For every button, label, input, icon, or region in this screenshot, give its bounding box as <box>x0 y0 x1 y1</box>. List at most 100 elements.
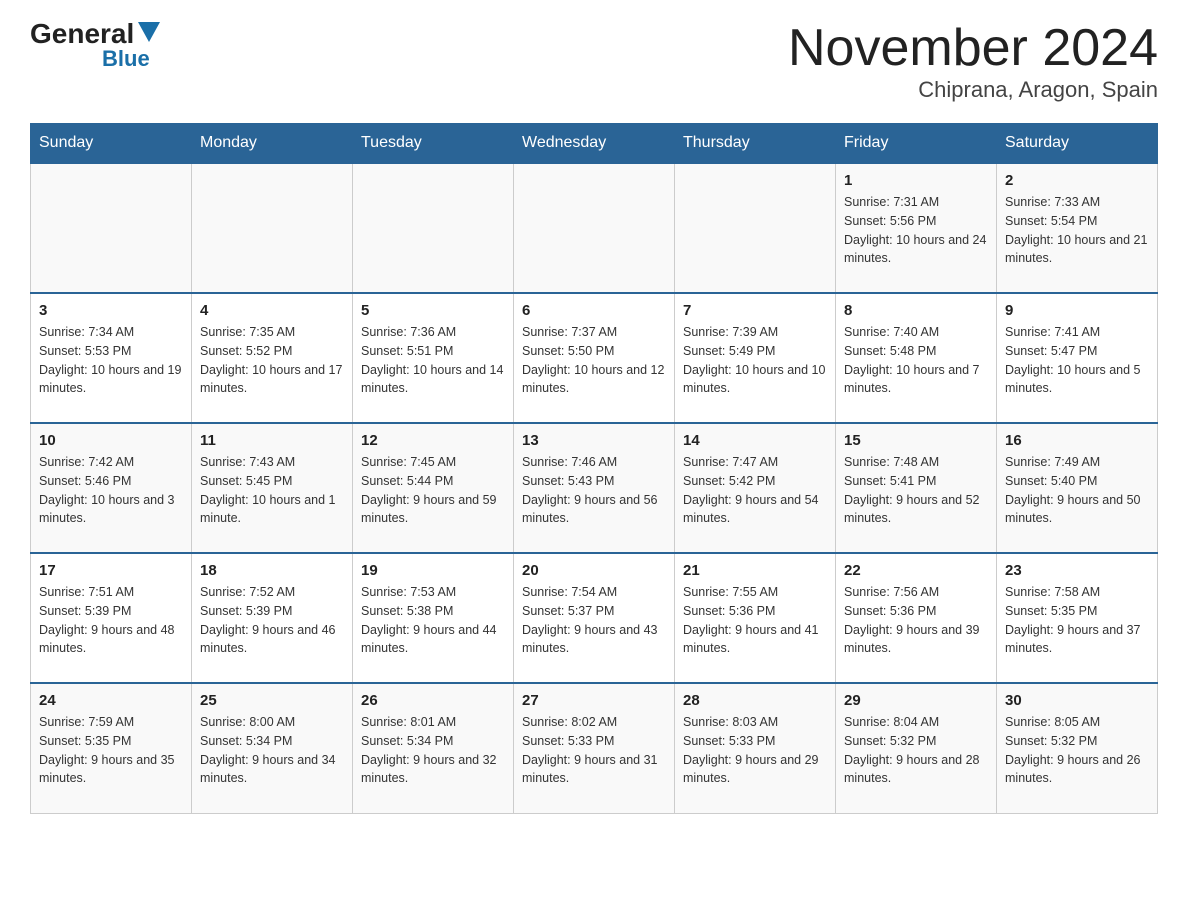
day-number: 20 <box>522 562 666 579</box>
calendar-cell: 28Sunrise: 8:03 AM Sunset: 5:33 PM Dayli… <box>675 683 836 813</box>
calendar-cell: 11 Sunrise: 7:43 AM Sunset: 5:45 PM Dayli… <box>192 423 353 553</box>
day-info: Sunrise: 8:05 AM Sunset: 5:32 PM Dayligh… <box>1005 713 1149 788</box>
day-info: Sunrise: 7:56 AM Sunset: 5:36 PM Dayligh… <box>844 583 988 658</box>
day-number: 21 <box>683 562 827 579</box>
day-info: Sunrise: 7:52 AM Sunset: 5:39 PM Dayligh… <box>200 583 344 658</box>
header-saturday: Saturday <box>997 124 1158 164</box>
day-number: 23 <box>1005 562 1149 579</box>
calendar-cell: 25Sunrise: 8:00 AM Sunset: 5:34 PM Dayli… <box>192 683 353 813</box>
day-number: 18 <box>200 562 344 579</box>
calendar-cell <box>514 163 675 293</box>
day-number: 24 <box>39 692 183 709</box>
calendar-cell <box>353 163 514 293</box>
day-info: Sunrise: 7:41 AM Sunset: 5:47 PM Dayligh… <box>1005 323 1149 398</box>
header-wednesday: Wednesday <box>514 124 675 164</box>
calendar-cell: 7 Sunrise: 7:39 AM Sunset: 5:49 PM Daylig… <box>675 293 836 423</box>
calendar-week-row: 24 Sunrise: 7:59 AM Sunset: 5:35 PM Dayli… <box>31 683 1158 813</box>
day-number: 11 <box>200 432 344 449</box>
day-number: 14 <box>683 432 827 449</box>
day-info: Sunrise: 7:33 AM Sunset: 5:54 PM Dayligh… <box>1005 193 1149 268</box>
day-number: 13 <box>522 432 666 449</box>
calendar-cell: 15Sunrise: 7:48 AM Sunset: 5:41 PM Dayli… <box>836 423 997 553</box>
calendar-cell: 24 Sunrise: 7:59 AM Sunset: 5:35 PM Dayli… <box>31 683 192 813</box>
day-info: Sunrise: 8:02 AM Sunset: 5:33 PM Dayligh… <box>522 713 666 788</box>
day-info: Sunrise: 7:39 AM Sunset: 5:49 PM Dayligh… <box>683 323 827 398</box>
calendar-cell: 27 Sunrise: 8:02 AM Sunset: 5:33 PM Dayli… <box>514 683 675 813</box>
calendar-table: SundayMondayTuesdayWednesdayThursdayFrid… <box>30 123 1158 814</box>
day-number: 17 <box>39 562 183 579</box>
day-info: Sunrise: 7:55 AM Sunset: 5:36 PM Dayligh… <box>683 583 827 658</box>
calendar-cell: 21 Sunrise: 7:55 AM Sunset: 5:36 PM Dayli… <box>675 553 836 683</box>
calendar-cell: 26Sunrise: 8:01 AM Sunset: 5:34 PM Dayli… <box>353 683 514 813</box>
page-header: General Blue November 2024 Chiprana, Ara… <box>30 20 1158 103</box>
day-info: Sunrise: 7:48 AM Sunset: 5:41 PM Dayligh… <box>844 453 988 528</box>
header-friday: Friday <box>836 124 997 164</box>
day-number: 19 <box>361 562 505 579</box>
day-info: Sunrise: 7:58 AM Sunset: 5:35 PM Dayligh… <box>1005 583 1149 658</box>
calendar-week-row: 3 Sunrise: 7:34 AM Sunset: 5:53 PM Daylig… <box>31 293 1158 423</box>
calendar-week-row: 1 Sunrise: 7:31 AM Sunset: 5:56 PM Daylig… <box>31 163 1158 293</box>
day-number: 28 <box>683 692 827 709</box>
day-info: Sunrise: 8:04 AM Sunset: 5:32 PM Dayligh… <box>844 713 988 788</box>
day-info: Sunrise: 7:47 AM Sunset: 5:42 PM Dayligh… <box>683 453 827 528</box>
calendar-location: Chiprana, Aragon, Spain <box>788 77 1158 103</box>
day-info: Sunrise: 7:35 AM Sunset: 5:52 PM Dayligh… <box>200 323 344 398</box>
logo: General Blue <box>30 20 160 72</box>
calendar-cell: 2 Sunrise: 7:33 AM Sunset: 5:54 PM Daylig… <box>997 163 1158 293</box>
day-info: Sunrise: 7:42 AM Sunset: 5:46 PM Dayligh… <box>39 453 183 528</box>
day-number: 27 <box>522 692 666 709</box>
day-number: 29 <box>844 692 988 709</box>
calendar-cell: 1 Sunrise: 7:31 AM Sunset: 5:56 PM Daylig… <box>836 163 997 293</box>
calendar-week-row: 10 Sunrise: 7:42 AM Sunset: 5:46 PM Dayli… <box>31 423 1158 553</box>
header-monday: Monday <box>192 124 353 164</box>
calendar-cell: 10 Sunrise: 7:42 AM Sunset: 5:46 PM Dayli… <box>31 423 192 553</box>
day-number: 7 <box>683 302 827 319</box>
calendar-cell: 17 Sunrise: 7:51 AM Sunset: 5:39 PM Dayli… <box>31 553 192 683</box>
calendar-cell: 18 Sunrise: 7:52 AM Sunset: 5:39 PM Dayli… <box>192 553 353 683</box>
calendar-cell: 29 Sunrise: 8:04 AM Sunset: 5:32 PM Dayli… <box>836 683 997 813</box>
day-number: 1 <box>844 172 988 189</box>
day-info: Sunrise: 7:40 AM Sunset: 5:48 PM Dayligh… <box>844 323 988 398</box>
calendar-cell: 5Sunrise: 7:36 AM Sunset: 5:51 PM Daylig… <box>353 293 514 423</box>
calendar-cell: 14 Sunrise: 7:47 AM Sunset: 5:42 PM Dayli… <box>675 423 836 553</box>
day-info: Sunrise: 7:59 AM Sunset: 5:35 PM Dayligh… <box>39 713 183 788</box>
calendar-cell: 13Sunrise: 7:46 AM Sunset: 5:43 PM Dayli… <box>514 423 675 553</box>
header-thursday: Thursday <box>675 124 836 164</box>
header-sunday: Sunday <box>31 124 192 164</box>
logo-triangle-icon <box>138 22 160 42</box>
day-info: Sunrise: 7:37 AM Sunset: 5:50 PM Dayligh… <box>522 323 666 398</box>
day-number: 10 <box>39 432 183 449</box>
header-tuesday: Tuesday <box>353 124 514 164</box>
calendar-cell: 19Sunrise: 7:53 AM Sunset: 5:38 PM Dayli… <box>353 553 514 683</box>
day-info: Sunrise: 7:36 AM Sunset: 5:51 PM Dayligh… <box>361 323 505 398</box>
day-number: 2 <box>1005 172 1149 189</box>
day-info: Sunrise: 7:43 AM Sunset: 5:45 PM Dayligh… <box>200 453 344 528</box>
calendar-cell: 30Sunrise: 8:05 AM Sunset: 5:32 PM Dayli… <box>997 683 1158 813</box>
day-info: Sunrise: 7:51 AM Sunset: 5:39 PM Dayligh… <box>39 583 183 658</box>
day-number: 16 <box>1005 432 1149 449</box>
day-info: Sunrise: 7:34 AM Sunset: 5:53 PM Dayligh… <box>39 323 183 398</box>
calendar-cell: 20 Sunrise: 7:54 AM Sunset: 5:37 PM Dayli… <box>514 553 675 683</box>
calendar-cell: 16 Sunrise: 7:49 AM Sunset: 5:40 PM Dayli… <box>997 423 1158 553</box>
day-info: Sunrise: 8:01 AM Sunset: 5:34 PM Dayligh… <box>361 713 505 788</box>
day-info: Sunrise: 7:54 AM Sunset: 5:37 PM Dayligh… <box>522 583 666 658</box>
day-number: 12 <box>361 432 505 449</box>
day-info: Sunrise: 7:49 AM Sunset: 5:40 PM Dayligh… <box>1005 453 1149 528</box>
calendar-cell: 9Sunrise: 7:41 AM Sunset: 5:47 PM Daylig… <box>997 293 1158 423</box>
calendar-cell: 8Sunrise: 7:40 AM Sunset: 5:48 PM Daylig… <box>836 293 997 423</box>
day-number: 3 <box>39 302 183 319</box>
day-info: Sunrise: 7:31 AM Sunset: 5:56 PM Dayligh… <box>844 193 988 268</box>
calendar-cell: 6Sunrise: 7:37 AM Sunset: 5:50 PM Daylig… <box>514 293 675 423</box>
calendar-cell <box>192 163 353 293</box>
calendar-cell: 23 Sunrise: 7:58 AM Sunset: 5:35 PM Dayli… <box>997 553 1158 683</box>
calendar-month-year: November 2024 <box>788 20 1158 77</box>
day-info: Sunrise: 7:45 AM Sunset: 5:44 PM Dayligh… <box>361 453 505 528</box>
calendar-header-row: SundayMondayTuesdayWednesdayThursdayFrid… <box>31 124 1158 164</box>
day-info: Sunrise: 8:00 AM Sunset: 5:34 PM Dayligh… <box>200 713 344 788</box>
logo-blue-text: Blue <box>102 46 150 72</box>
calendar-cell: 3 Sunrise: 7:34 AM Sunset: 5:53 PM Daylig… <box>31 293 192 423</box>
calendar-title-block: November 2024 Chiprana, Aragon, Spain <box>788 20 1158 103</box>
day-number: 4 <box>200 302 344 319</box>
day-number: 22 <box>844 562 988 579</box>
calendar-week-row: 17 Sunrise: 7:51 AM Sunset: 5:39 PM Dayli… <box>31 553 1158 683</box>
